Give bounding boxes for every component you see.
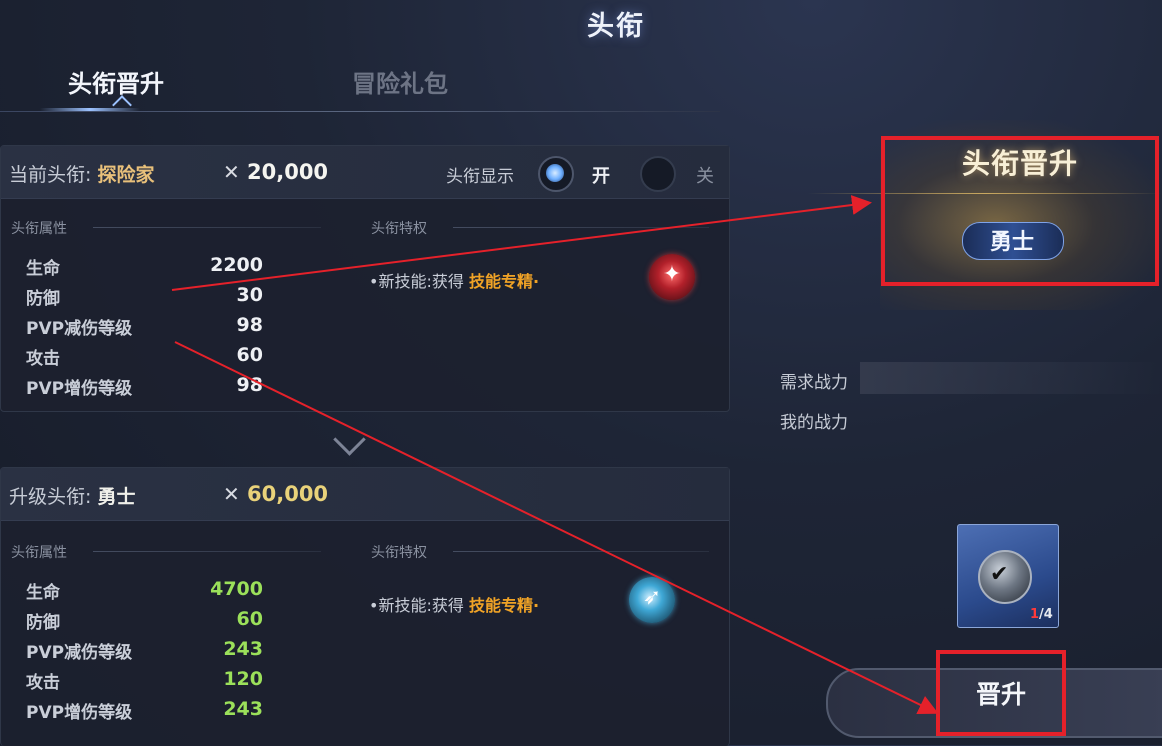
annotation-arrow [174, 341, 939, 714]
annotation-arrows [171, 195, 939, 714]
annotation-arrow [171, 195, 872, 291]
